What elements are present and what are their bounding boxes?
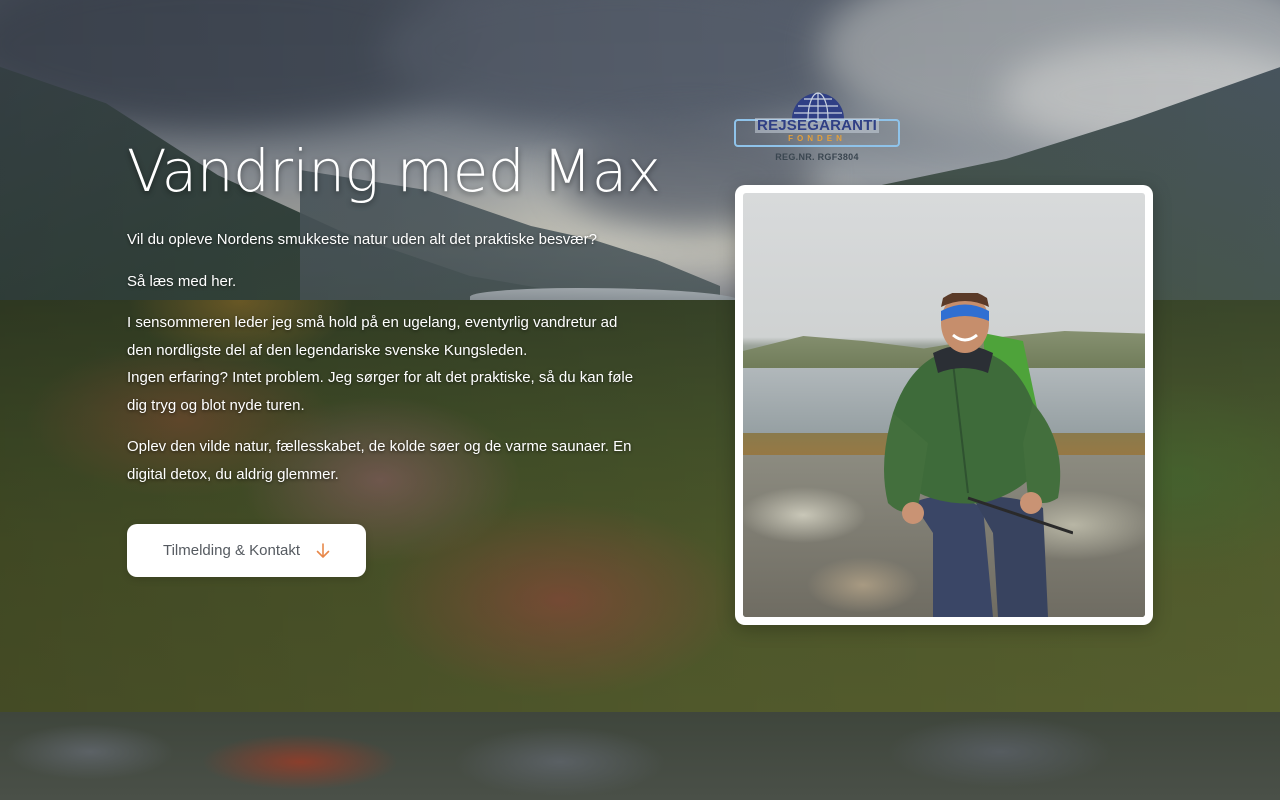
intro-paragraph-1: Vil du opleve Nordens smukkeste natur ud… — [127, 231, 597, 248]
logo-registration: REG.NR. RGF3804 — [775, 152, 859, 162]
globe-icon — [792, 92, 844, 120]
hiker-photo — [743, 193, 1145, 617]
arrow-down-icon — [316, 542, 330, 559]
photo-card — [735, 185, 1153, 625]
signup-contact-label: Tilmelding & Kontakt — [162, 542, 300, 559]
intro-paragraph-4: Oplev den vilde natur, fællesskabet, de … — [127, 438, 632, 483]
signup-contact-button[interactable]: Tilmelding & Kontakt — [127, 524, 366, 577]
page-title: Vandring med Max — [127, 137, 661, 205]
intro-paragraph-3: I sensommeren leder jeg små hold på en u… — [127, 314, 634, 414]
ground-strip — [0, 712, 1280, 800]
logo-sub: FONDEN — [788, 134, 846, 143]
logo-name: REJSEGARANTI — [755, 117, 879, 134]
intro-text: Vil du opleve Nordens smukkeste natur ud… — [127, 226, 657, 502]
intro-paragraph-2: Så læs med her. — [127, 272, 237, 290]
rejsegaranti-logo: REJSEGARANTI FONDEN REG.NR. RGF3804 — [734, 88, 904, 168]
hiker-figure — [884, 293, 1073, 617]
